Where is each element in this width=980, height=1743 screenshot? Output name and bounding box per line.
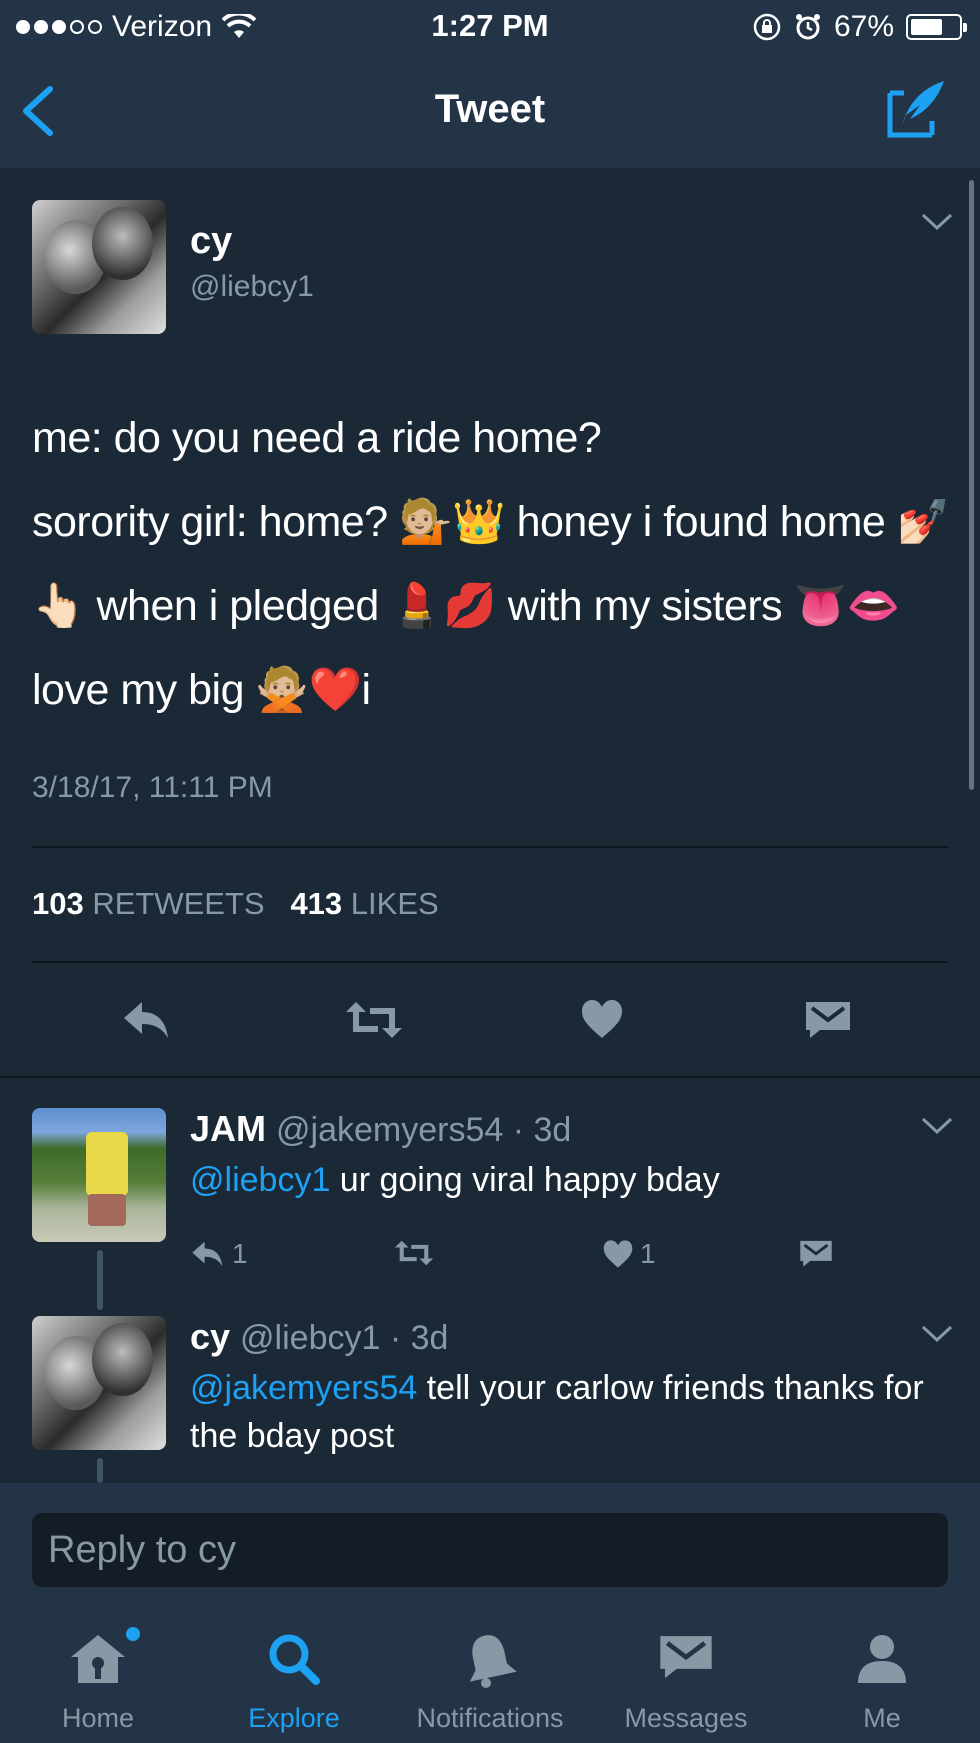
- author-handle[interactable]: @liebcy1: [190, 270, 314, 304]
- tab-notifications[interactable]: Notifications: [392, 1603, 588, 1743]
- reply-author-handle[interactable]: @liebcy1: [240, 1319, 380, 1357]
- tab-me[interactable]: Me: [784, 1603, 980, 1743]
- tab-explore[interactable]: Explore: [196, 1603, 392, 1743]
- thread-connector-line: [97, 1458, 103, 1483]
- reply-like-count: 1: [640, 1238, 656, 1269]
- retweet-icon: [394, 1240, 434, 1266]
- tab-home-label: Home: [61, 1703, 135, 1733]
- reply-input[interactable]: [32, 1513, 948, 1587]
- reply-avatar[interactable]: [32, 1108, 166, 1242]
- main-tweet: cy @liebcy1 me: do you need a ride home?…: [0, 168, 980, 1078]
- reply-options-chevron-icon[interactable]: [920, 1324, 954, 1344]
- tab-notifications-label: Notifications: [416, 1703, 564, 1733]
- reply-age: · 3d: [389, 1319, 449, 1357]
- tweet-timestamp: 3/18/17, 11:11 PM: [32, 771, 273, 804]
- search-icon: [269, 1634, 320, 1685]
- reply-icon: [192, 1241, 223, 1267]
- engagement-counts: 103 RETWEETS 413 LIKES: [32, 886, 439, 922]
- thread-connector-line: [97, 1250, 103, 1310]
- battery-fill: [911, 19, 942, 35]
- bell-icon: [469, 1635, 517, 1688]
- reply-tweet[interactable]: JAM @jakemyers54 · 3d @liebcy1 ur going v…: [0, 1108, 980, 1308]
- status-right: 67%: [752, 10, 967, 44]
- reply-text: @jakemyers54 tell your carlow friends th…: [190, 1364, 950, 1460]
- like-label: LIKES: [350, 886, 439, 921]
- battery-percent: 67%: [833, 10, 894, 43]
- tab-messages-label: Messages: [624, 1703, 748, 1733]
- tab-explore-label: Explore: [248, 1703, 340, 1733]
- tab-me-label: Me: [863, 1703, 901, 1733]
- reply-reply-button[interactable]: 1: [190, 1238, 248, 1270]
- reply-age: · 3d: [512, 1111, 572, 1149]
- tweet-actions: [0, 988, 980, 1078]
- rotation-lock-icon: [753, 13, 781, 41]
- reply-header: JAM @jakemyers54 · 3d: [190, 1108, 571, 1150]
- author-avatar[interactable]: [32, 200, 166, 334]
- reply-header: cy @liebcy1 · 3d: [190, 1316, 448, 1358]
- tweet-text: me: do you need a ride home? sorority gi…: [32, 396, 952, 732]
- reply-avatar[interactable]: [32, 1316, 166, 1450]
- reply-button[interactable]: [122, 998, 172, 1042]
- divider: [32, 846, 948, 848]
- reply-author-handle[interactable]: @jakemyers54: [276, 1111, 503, 1149]
- section-divider: [0, 1076, 980, 1078]
- envelope-icon: [800, 1240, 832, 1267]
- retweet-count: 103: [32, 886, 84, 921]
- reply-reply-count: 1: [232, 1238, 248, 1269]
- scrollbar[interactable]: [969, 180, 974, 790]
- compose-tweet-button[interactable]: [884, 75, 950, 141]
- reply-mention-link[interactable]: @liebcy1: [190, 1161, 330, 1199]
- likes-stat[interactable]: 413 LIKES: [290, 886, 438, 921]
- reply-mention-link[interactable]: @jakemyers54: [190, 1369, 417, 1407]
- person-icon: [858, 1635, 906, 1683]
- tweet-options-chevron-icon[interactable]: [920, 212, 954, 232]
- status-bar: Verizon 1:27 PM 67%: [0, 0, 980, 55]
- home-new-content-dot: [126, 1627, 140, 1641]
- reply-text-content: ur going viral happy bday: [330, 1161, 720, 1199]
- reply-like-button[interactable]: 1: [602, 1238, 656, 1270]
- like-heart-button[interactable]: [580, 998, 624, 1040]
- tab-messages[interactable]: Messages: [588, 1603, 784, 1743]
- reply-text: @liebcy1 ur going viral happy bday: [190, 1156, 950, 1204]
- author-name[interactable]: cy: [190, 220, 232, 263]
- battery-icon: [906, 14, 967, 40]
- home-icon: [71, 1635, 125, 1683]
- reply-options-chevron-icon[interactable]: [920, 1116, 954, 1136]
- reply-actions: 1 1: [190, 1238, 890, 1288]
- reply-author-name[interactable]: cy: [190, 1316, 230, 1357]
- navigation-bar: Tweet: [0, 55, 980, 168]
- like-count: 413: [290, 886, 343, 921]
- retweet-label: RETWEETS: [92, 886, 265, 921]
- direct-message-button[interactable]: [804, 998, 852, 1040]
- reply-retweet-button[interactable]: [392, 1238, 436, 1268]
- page-title: Tweet: [434, 87, 546, 131]
- tweet-text-line: sorority girl: home? 💁🏼👑 honey i found h…: [32, 498, 950, 714]
- reply-author-name[interactable]: JAM: [190, 1108, 266, 1149]
- tweet-detail-screen: Verizon 1:27 PM 67% Tweet cy @liebcy1 me…: [0, 0, 980, 1743]
- reply-tweet[interactable]: cy @liebcy1 · 3d @jakemyers54 tell your c…: [0, 1316, 980, 1486]
- reply-composer-bar: [0, 1483, 980, 1603]
- envelope-icon: [660, 1636, 712, 1679]
- tab-home[interactable]: Home: [0, 1603, 196, 1743]
- reply-message-button[interactable]: [798, 1238, 834, 1268]
- alarm-icon: [795, 14, 820, 40]
- tab-bar: Home Explore Notifications Messages Me: [0, 1603, 980, 1743]
- divider: [32, 961, 948, 963]
- heart-icon: [603, 1240, 633, 1268]
- retweet-button[interactable]: [344, 998, 404, 1042]
- retweets-stat[interactable]: 103 RETWEETS: [32, 886, 265, 921]
- tweet-text-line: me: do you need a ride home?: [32, 414, 602, 462]
